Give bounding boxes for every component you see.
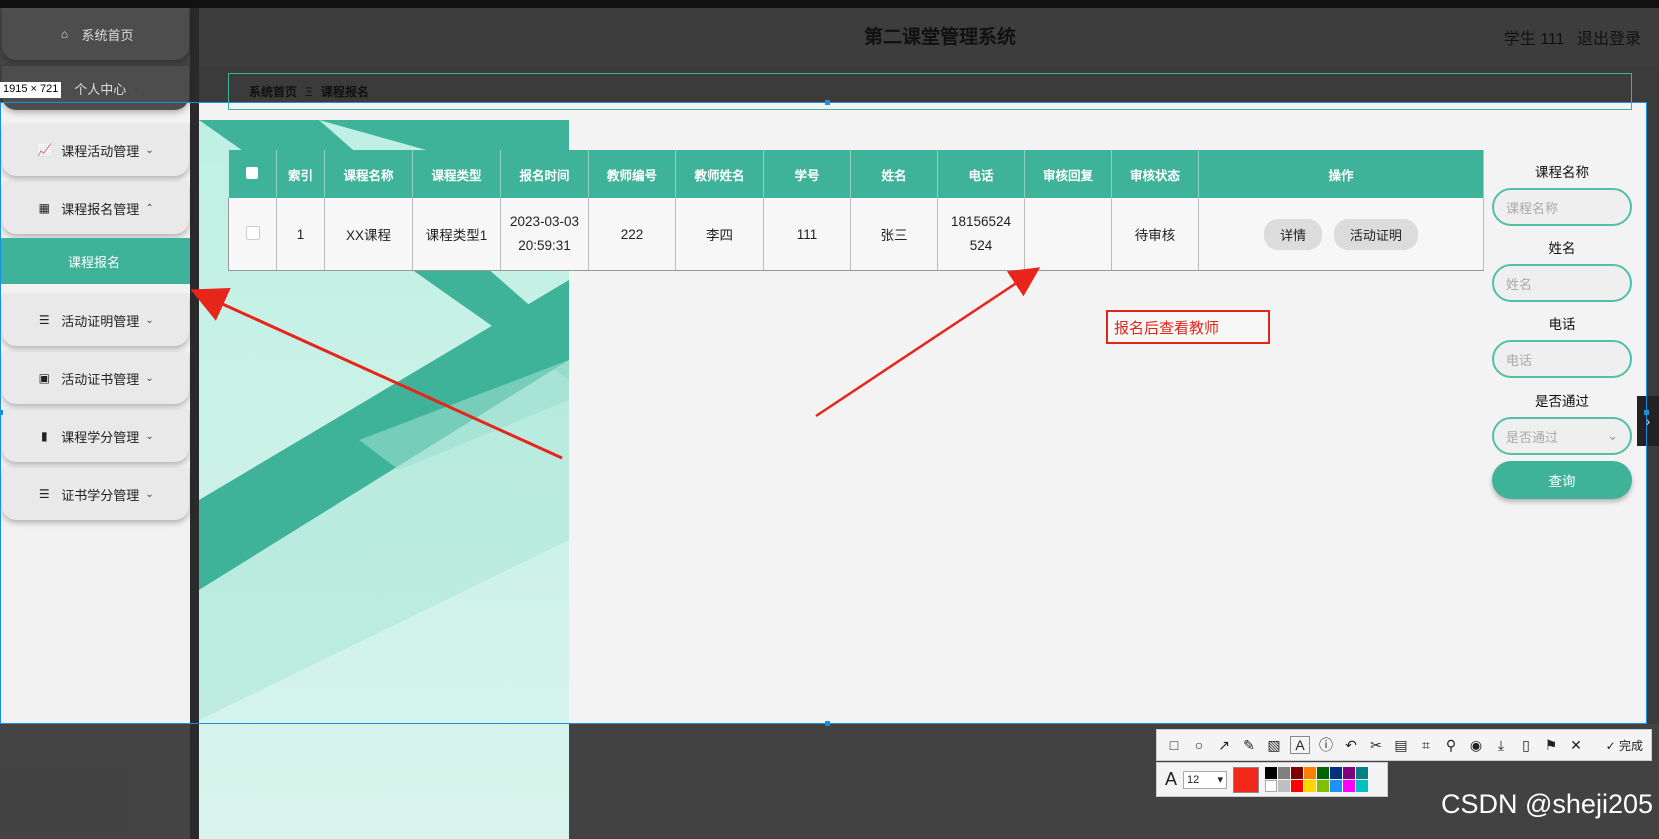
annotation-textbox[interactable]: 报名后查看教师 — [1106, 310, 1270, 344]
chevron-right-icon: › — [1645, 413, 1651, 429]
bookmark-icon[interactable]: ⚑ — [1542, 737, 1560, 754]
translate-icon[interactable]: ⌗ — [1417, 737, 1435, 754]
resize-handle[interactable] — [825, 100, 830, 105]
number-tool-icon[interactable]: ⓘ — [1317, 735, 1335, 755]
expand-panel-button[interactable]: › — [1637, 396, 1659, 446]
current-color-swatch[interactable] — [1233, 766, 1260, 793]
resize-handle[interactable] — [0, 410, 3, 415]
close-icon[interactable]: ✕ — [1567, 737, 1585, 754]
pass-select[interactable]: 是否通过 ⌄ — [1492, 417, 1632, 455]
arrow-tool-icon[interactable]: ↗ — [1215, 737, 1233, 754]
download-icon[interactable]: ⤓ — [1492, 737, 1510, 754]
text-tool-icon[interactable]: A — [1290, 736, 1310, 754]
query-button[interactable]: 查询 — [1492, 461, 1632, 499]
ocr-icon[interactable]: ▤ — [1392, 737, 1410, 754]
pen-tool-icon[interactable]: ✎ — [1240, 737, 1258, 754]
done-label: 完成 — [1618, 738, 1643, 753]
caret-down-icon: ▾ — [1217, 774, 1224, 786]
font-size-value: 12 — [1187, 773, 1200, 786]
chevron-down-icon: ⌄ — [1607, 428, 1618, 443]
font-icon: A — [1165, 769, 1178, 789]
pass-select-value: 是否通过 — [1506, 429, 1559, 445]
done-button[interactable]: ✓ 完成 — [1606, 737, 1643, 754]
capture-toolbar: □ ○ ↗ ✎ ▧ A ⓘ ↶ ✂ ▤ ⌗ ⚲ ◉ ⤓ ▯ ⚑ ✕ ✓ 完成 — [1156, 729, 1652, 761]
pin-icon[interactable]: ⚲ — [1442, 737, 1460, 754]
rectangle-tool-icon[interactable]: □ — [1165, 737, 1183, 753]
phone-icon[interactable]: ▯ — [1517, 737, 1535, 754]
phone-input[interactable]: 电话 — [1492, 340, 1632, 378]
record-icon[interactable]: ◉ — [1467, 737, 1485, 754]
font-size-select[interactable]: 12 ▾ — [1183, 770, 1228, 789]
undo-icon[interactable]: ↶ — [1342, 737, 1360, 754]
annotation-arrow-sidebar — [190, 287, 563, 460]
name-label: 姓名 — [1548, 241, 1576, 256]
resize-handle[interactable] — [825, 721, 830, 726]
annotation-arrow-table — [815, 267, 1041, 418]
course-name-input[interactable]: 课程名称 — [1492, 188, 1632, 226]
mosaic-tool-icon[interactable]: ▧ — [1265, 737, 1283, 754]
cut-icon[interactable]: ✂ — [1367, 737, 1385, 754]
ellipse-tool-icon[interactable]: ○ — [1190, 737, 1208, 753]
watermark: CSDN @sheji205 — [1441, 789, 1653, 819]
resize-handle[interactable] — [1644, 410, 1649, 415]
text-style-toolbar: A 12 ▾ — [1156, 762, 1388, 797]
course-name-label: 课程名称 — [1535, 165, 1589, 180]
pass-label: 是否通过 — [1535, 394, 1589, 409]
name-input[interactable]: 姓名 — [1492, 264, 1632, 302]
phone-label: 电话 — [1548, 317, 1576, 332]
annotation-arrows — [190, 267, 1041, 460]
color-palette — [1265, 767, 1369, 792]
